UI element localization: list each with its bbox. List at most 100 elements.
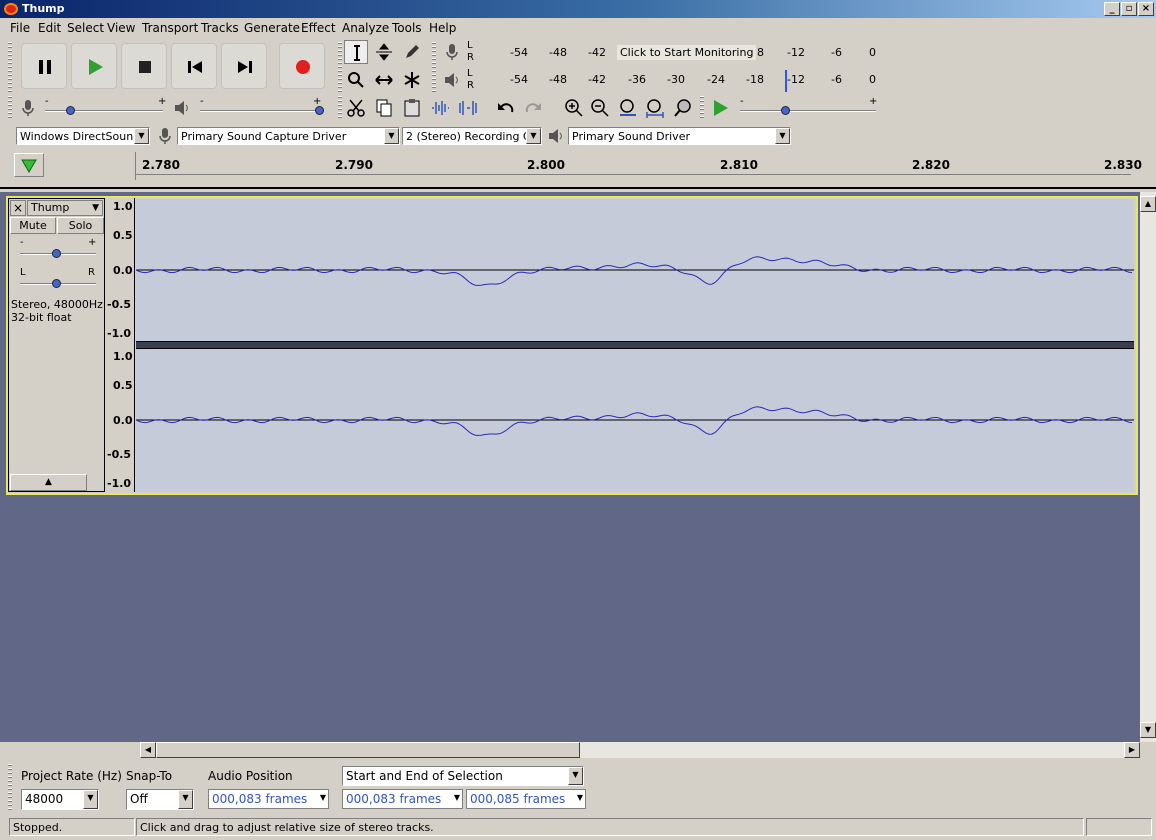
track-close-button[interactable]: × <box>10 200 26 216</box>
play-at-speed-button[interactable] <box>708 96 732 120</box>
close-button[interactable]: × <box>1138 2 1154 16</box>
input-volume-slider[interactable] <box>66 106 75 115</box>
menu-transport[interactable]: Transport <box>142 21 198 35</box>
speed-track[interactable] <box>740 110 876 112</box>
waveform-left-svg <box>135 256 1134 286</box>
menu-effect[interactable]: Effect <box>301 21 336 35</box>
edit-grip[interactable] <box>338 96 342 120</box>
menu-file[interactable]: File <box>10 21 30 35</box>
redo-button[interactable] <box>521 96 545 120</box>
recording-device-select[interactable]: Primary Sound Capture Driver ▼ <box>177 127 400 145</box>
undo-button[interactable] <box>494 96 518 120</box>
play-meter-r: R <box>467 80 474 91</box>
vertical-ruler[interactable]: 1.0 0.5 0.0 -0.5 -1.0 1.0 0.5 0.0 -0.5 -… <box>105 198 135 492</box>
playback-meter-scale[interactable]: -54 -48 -42 -36 -30 -24 -18 -12 -6 0 <box>476 73 880 87</box>
play-speed-slider[interactable] <box>781 106 790 115</box>
horizontal-scrollbar[interactable]: ◀ ▶ <box>140 742 1140 758</box>
meter-tick-label: 0 <box>869 46 876 59</box>
output-volume-track[interactable] <box>200 110 320 112</box>
zoom-in-button[interactable] <box>562 96 586 120</box>
project-rate-select[interactable]: 48000 ▼ <box>21 789 99 810</box>
timeline-options-button[interactable] <box>14 153 44 177</box>
skip-to-end-button[interactable] <box>221 43 267 89</box>
vertical-scrollbar[interactable]: ▲ ▼ <box>1140 192 1156 742</box>
track-control-panel[interactable]: × Thump ▼ Mute Solo - + L R Stereo, 4800… <box>8 198 105 492</box>
menu-select[interactable]: Select <box>67 21 104 35</box>
tools-grip[interactable] <box>338 42 342 92</box>
menu-tools[interactable]: Tools <box>392 21 422 35</box>
envelope-tool[interactable] <box>372 40 396 64</box>
toolbar-grip[interactable] <box>8 42 12 92</box>
pan-slider[interactable] <box>52 279 61 288</box>
restore-button[interactable]: ▫ <box>1121 2 1137 16</box>
ruler-tick-label: 2.790 <box>335 158 373 172</box>
undo-icon <box>498 103 514 113</box>
scroll-left-arrow-icon[interactable]: ◀ <box>140 742 156 758</box>
snap-to-select[interactable]: Off ▼ <box>126 789 194 810</box>
scroll-right-arrow-icon[interactable]: ▶ <box>1124 742 1140 758</box>
scroll-down-arrow-icon[interactable]: ▼ <box>1140 722 1156 738</box>
playspeed-grip[interactable] <box>700 96 704 120</box>
record-button[interactable] <box>279 43 325 89</box>
silence-button[interactable] <box>456 96 480 120</box>
pan-left-label: L <box>20 267 26 278</box>
paste-button[interactable] <box>400 96 424 120</box>
selection-mode-select[interactable]: Start and End of Selection ▼ <box>342 766 584 786</box>
gain-slider[interactable] <box>52 249 61 258</box>
zoom-tool[interactable] <box>344 68 368 92</box>
timeline-ruler[interactable]: 2.780 2.790 2.800 2.810 2.820 2.830 <box>0 152 1156 182</box>
meter-grip[interactable] <box>432 42 436 92</box>
stereo-split-handle[interactable] <box>136 341 1134 349</box>
solo-button[interactable]: Solo <box>57 217 104 234</box>
playback-meter-button[interactable] <box>440 68 464 92</box>
waveform-right-channel[interactable] <box>135 349 1134 492</box>
zoom-toggle-button[interactable] <box>671 96 695 120</box>
draw-tool[interactable] <box>400 40 424 64</box>
zoom-out-button[interactable] <box>588 96 612 120</box>
record-meter-button[interactable] <box>440 40 464 64</box>
scroll-up-arrow-icon[interactable]: ▲ <box>1140 196 1156 212</box>
trim-button[interactable] <box>428 96 452 120</box>
menu-tracks[interactable]: Tracks <box>201 21 239 35</box>
playback-device-select[interactable]: Primary Sound Driver ▼ <box>568 127 791 145</box>
mute-button[interactable]: Mute <box>10 217 56 234</box>
output-volume-slider[interactable] <box>315 106 324 115</box>
scale-label: -0.5 <box>107 298 132 311</box>
playback-device-value: Primary Sound Driver <box>572 130 690 143</box>
ruler-tick-label: 2.830 <box>1104 158 1142 172</box>
fit-selection-button[interactable] <box>616 96 640 120</box>
minimize-button[interactable]: _ <box>1104 2 1120 16</box>
collapse-track-button[interactable]: ▲ <box>10 474 87 491</box>
menu-edit[interactable]: Edit <box>38 21 61 35</box>
selection-start-field[interactable]: 000,083 frames ▼ <box>342 789 463 809</box>
audio-host-select[interactable]: Windows DirectSound ▼ <box>16 127 150 145</box>
multi-tool[interactable] <box>400 68 424 92</box>
audio-position-field[interactable]: 000,083 frames ▼ <box>208 789 329 809</box>
menu-analyze[interactable]: Analyze <box>342 21 389 35</box>
track-name: Thump <box>31 201 70 214</box>
horizontal-scroll-thumb[interactable] <box>156 742 580 758</box>
selection-end-field[interactable]: 000,085 frames ▼ <box>466 789 586 809</box>
start-monitoring-label[interactable]: Click to Start Monitoring <box>617 45 757 60</box>
pause-button[interactable] <box>21 43 67 89</box>
play-button[interactable] <box>71 43 117 89</box>
status-hint: Click and drag to adjust relative size o… <box>136 818 1084 836</box>
menu-view[interactable]: View <box>107 21 135 35</box>
dropdown-arrow-icon: ▼ <box>178 790 193 809</box>
selection-tool[interactable] <box>344 40 368 64</box>
selection-grip[interactable] <box>8 764 12 812</box>
mixer-grip[interactable] <box>8 96 12 120</box>
fit-project-button[interactable] <box>643 96 667 120</box>
input-volume-track[interactable] <box>45 110 163 112</box>
cut-button[interactable] <box>344 96 368 120</box>
dropdown-arrow-icon: ▼ <box>526 128 541 144</box>
stop-button[interactable] <box>121 43 167 89</box>
skip-to-start-button[interactable] <box>171 43 217 89</box>
recording-channels-select[interactable]: 2 (Stereo) Recording Cha ▼ <box>402 127 542 145</box>
copy-button[interactable] <box>372 96 396 120</box>
track-name-menu[interactable]: Thump ▼ <box>27 200 103 216</box>
time-shift-tool[interactable] <box>372 68 396 92</box>
menu-generate[interactable]: Generate <box>244 21 300 35</box>
menu-help[interactable]: Help <box>429 21 456 35</box>
waveform-left-channel[interactable] <box>135 199 1134 341</box>
